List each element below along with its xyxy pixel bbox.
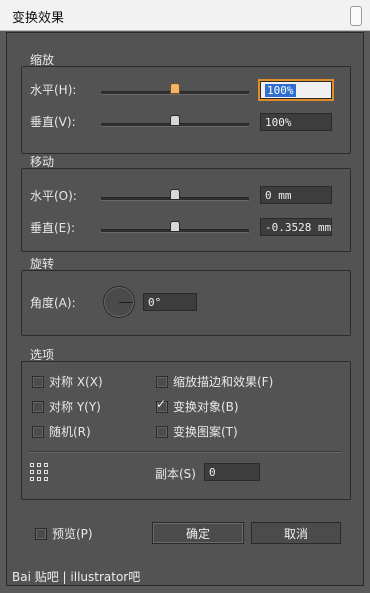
move-vertical-thumb[interactable]: [170, 221, 180, 232]
options-group: 选项 对称 X(X) 缩放描边和效果(F) 对称 Y(Y) 变换对象(B) 随机…: [21, 348, 351, 500]
scale-group-title: 缩放: [30, 53, 55, 67]
ok-button[interactable]: 确定: [152, 522, 244, 544]
scale-horizontal-value: 100%: [265, 84, 296, 97]
copies-label: 副本(S): [155, 467, 196, 481]
move-group-title: 移动: [30, 155, 55, 169]
checkbox-random[interactable]: [32, 426, 44, 438]
dialog-panel: 缩放 水平(H): 100% 垂直(V): 100% 移动 水平(O): 0 m…: [6, 32, 364, 586]
checkbox-mirror-x-label: 对称 X(X): [49, 375, 103, 389]
move-horizontal-input[interactable]: 0 mm: [260, 186, 332, 204]
checkbox-transform-objects-label: 变换对象(B): [173, 400, 239, 414]
checkbox-transform-patterns[interactable]: [156, 426, 168, 438]
dialog-title: 变换效果: [12, 11, 65, 26]
options-group-title: 选项: [30, 348, 55, 362]
preview-checkbox[interactable]: [35, 528, 47, 540]
scale-vertical-thumb[interactable]: [170, 115, 180, 126]
preview-label: 预览(P): [52, 527, 93, 541]
scale-horizontal-label: 水平(H):: [30, 83, 77, 97]
cancel-button[interactable]: 取消: [251, 522, 341, 544]
checkbox-transform-patterns-label: 变换图案(T): [173, 425, 238, 439]
scale-horizontal-thumb[interactable]: [170, 83, 180, 94]
scale-vertical-label: 垂直(V):: [30, 115, 76, 129]
copies-input[interactable]: 0: [204, 463, 260, 481]
checkbox-transform-objects[interactable]: [156, 397, 168, 413]
move-vertical-label: 垂直(E):: [30, 221, 75, 235]
options-separator: [28, 451, 342, 453]
rotate-group-title: 旋转: [30, 257, 55, 271]
window-control[interactable]: [350, 6, 362, 26]
checkbox-scale-strokes-effects[interactable]: [156, 376, 168, 388]
rotate-angle-label: 角度(A):: [30, 296, 76, 310]
angle-dial[interactable]: [103, 286, 135, 318]
move-horizontal-label: 水平(O):: [30, 189, 77, 203]
scale-group: 缩放 水平(H): 100% 垂直(V): 100%: [21, 53, 351, 154]
transform-effect-dialog: 变换效果 缩放 水平(H): 100% 垂直(V): 100% 移动 水平(O)…: [0, 0, 370, 593]
move-horizontal-thumb[interactable]: [170, 189, 180, 200]
checkbox-mirror-y-label: 对称 Y(Y): [49, 400, 101, 414]
checkbox-mirror-y[interactable]: [32, 401, 44, 413]
title-bar: 变换效果: [0, 0, 370, 31]
scale-horizontal-input[interactable]: 100%: [258, 79, 334, 101]
scale-vertical-input[interactable]: 100%: [260, 113, 332, 131]
rotate-group: 旋转 角度(A): 0°: [21, 257, 351, 336]
rotate-angle-input[interactable]: 0°: [143, 293, 197, 311]
checkbox-scale-strokes-effects-label: 缩放描边和效果(F): [173, 375, 274, 389]
reference-point-icon[interactable]: [30, 463, 48, 481]
move-vertical-input[interactable]: -0.3528 mm: [260, 218, 332, 236]
checkbox-mirror-x[interactable]: [32, 376, 44, 388]
angle-dial-hand: [119, 302, 133, 303]
move-group: 移动 水平(O): 0 mm 垂直(E): -0.3528 mm: [21, 155, 351, 252]
checkbox-random-label: 随机(R): [49, 425, 91, 439]
watermark: Bai 贴吧 | illustrator吧: [12, 570, 141, 584]
